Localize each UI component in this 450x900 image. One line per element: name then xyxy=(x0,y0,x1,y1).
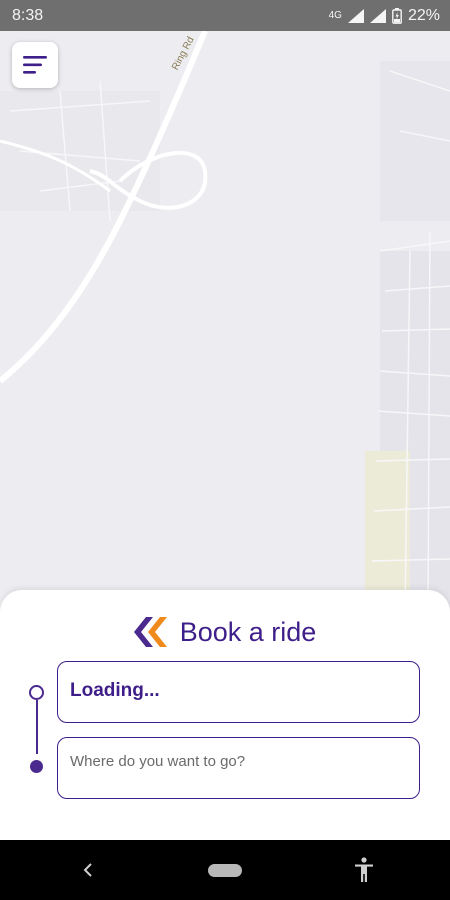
signal-icon xyxy=(347,8,364,23)
accessibility-icon[interactable] xyxy=(352,857,376,883)
brand-logo-icon xyxy=(133,617,167,647)
battery-icon xyxy=(392,7,402,24)
destination-input[interactable] xyxy=(70,748,400,774)
map-background xyxy=(0,31,450,611)
back-icon[interactable] xyxy=(78,858,98,882)
signal-icon-2 xyxy=(369,8,386,23)
sheet-header: Book a ride xyxy=(0,610,450,654)
origin-dot-icon xyxy=(29,685,44,700)
home-pill-icon[interactable] xyxy=(208,864,242,877)
pickup-field[interactable]: Loading... xyxy=(57,661,420,723)
status-bar: 8:38 4G 22% xyxy=(0,0,450,31)
booking-sheet: Book a ride Loading... xyxy=(0,590,450,840)
destination-field[interactable] xyxy=(57,737,420,799)
system-nav-bar xyxy=(0,840,450,900)
battery-percent: 22% xyxy=(407,6,440,24)
status-time: 8:38 xyxy=(12,6,44,24)
menu-icon xyxy=(23,56,47,74)
page-title: Book a ride xyxy=(179,616,317,647)
destination-dot-icon xyxy=(30,760,43,773)
menu-button[interactable] xyxy=(12,42,58,88)
network-type: 4G xyxy=(328,10,342,21)
route-line xyxy=(36,700,38,754)
map-view[interactable]: Ring Rd xyxy=(0,31,450,611)
pickup-location-text: Loading... xyxy=(70,680,160,701)
status-icons: 4G 22% xyxy=(329,7,440,25)
